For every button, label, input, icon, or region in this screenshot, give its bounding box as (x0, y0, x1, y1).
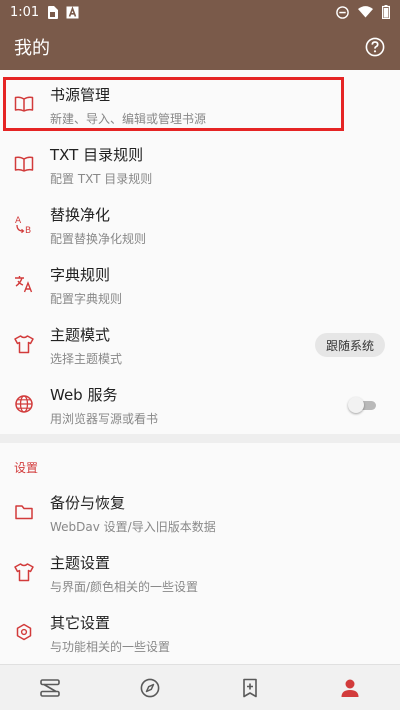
section-divider (0, 434, 400, 443)
my-settings-list: 书源管理 新建、导入、编辑或管理书源 TXT 目录规则 配置 TXT 目录规则 … (0, 70, 400, 664)
section-label-settings: 设置 (14, 461, 39, 475)
toggle-thumb (348, 397, 364, 413)
status-bar: 1:01 (0, 0, 400, 24)
menu-item-subtitle: 用浏览器写源或看书 (50, 412, 159, 426)
globe-icon (13, 393, 35, 415)
menu-item-backup[interactable]: 备份与恢复 WebDav 设置/导入旧版本数据 (0, 482, 400, 542)
sim-card-icon (47, 5, 59, 19)
compass-icon[interactable] (138, 676, 162, 700)
menu-item-other-setting[interactable]: 其它设置 与功能相关的一些设置 (0, 602, 400, 662)
menu-item-title: 其它设置 (50, 614, 111, 632)
menu-item-title: 书源管理 (50, 86, 111, 104)
menu-item-subtitle: 选择主题模式 (50, 352, 123, 366)
menu-item-replace-rule[interactable]: A B 替换净化 配置替换净化规则 (0, 194, 400, 254)
menu-item-title: 字典规则 (50, 266, 111, 284)
svg-text:A: A (15, 216, 22, 226)
menu-item-title: 主题模式 (50, 326, 111, 344)
menu-item-subtitle: 配置替换净化规则 (50, 232, 147, 246)
wifi-icon (358, 6, 373, 18)
app-bar: 我的 (0, 24, 400, 70)
hexagon-gear-icon (13, 621, 35, 643)
menu-item-subtitle: 新建、导入、编辑或管理书源 (50, 112, 207, 126)
bookmark-add-icon[interactable] (238, 676, 262, 700)
translate-icon (13, 273, 35, 295)
menu-item-txt-toc-rule[interactable]: TXT 目录规则 配置 TXT 目录规则 (0, 134, 400, 194)
menu-item-title: TXT 目录规则 (50, 146, 144, 164)
battery-icon (382, 5, 390, 19)
tshirt-icon (13, 561, 35, 583)
menu-item-title: 主题设置 (50, 554, 111, 572)
replace-ab-icon: A B (13, 213, 35, 235)
help-circle-icon[interactable] (364, 36, 386, 58)
book-open-icon (13, 93, 35, 115)
status-time: 1:01 (10, 4, 40, 20)
menu-item-dict-rule[interactable]: 字典规则 配置字典规则 (0, 254, 400, 314)
menu-item-web-service[interactable]: Web 服务 用浏览器写源或看书 (0, 374, 400, 434)
menu-item-subtitle: WebDav 设置/导入旧版本数据 (50, 520, 216, 534)
page-title: 我的 (14, 38, 50, 59)
folder-icon (13, 501, 35, 523)
menu-item-title: 替换净化 (50, 206, 111, 224)
menu-item-title: Web 服务 (50, 386, 118, 404)
bottom-navigation (0, 664, 400, 710)
menu-item-title: 备份与恢复 (50, 494, 126, 512)
person-icon[interactable] (338, 676, 362, 700)
svg-text:B: B (25, 226, 31, 235)
menu-item-subtitle: 配置字典规则 (50, 292, 123, 306)
menu-item-subtitle: 配置 TXT 目录规则 (50, 172, 153, 186)
menu-item-book-source[interactable]: 书源管理 新建、导入、编辑或管理书源 (0, 74, 400, 134)
menu-item-theme-setting[interactable]: 主题设置 与界面/颜色相关的一些设置 (0, 542, 400, 602)
tshirt-icon (13, 333, 35, 355)
book-open-icon (13, 153, 35, 175)
theme-mode-chip[interactable]: 跟随系统 (315, 333, 385, 357)
web-service-toggle[interactable] (348, 397, 376, 413)
font-a-icon (66, 5, 79, 19)
bookshelf-icon[interactable] (38, 676, 62, 700)
menu-item-subtitle: 与功能相关的一些设置 (50, 640, 171, 654)
do-not-disturb-icon (336, 5, 349, 19)
menu-item-subtitle: 与界面/颜色相关的一些设置 (50, 580, 199, 594)
